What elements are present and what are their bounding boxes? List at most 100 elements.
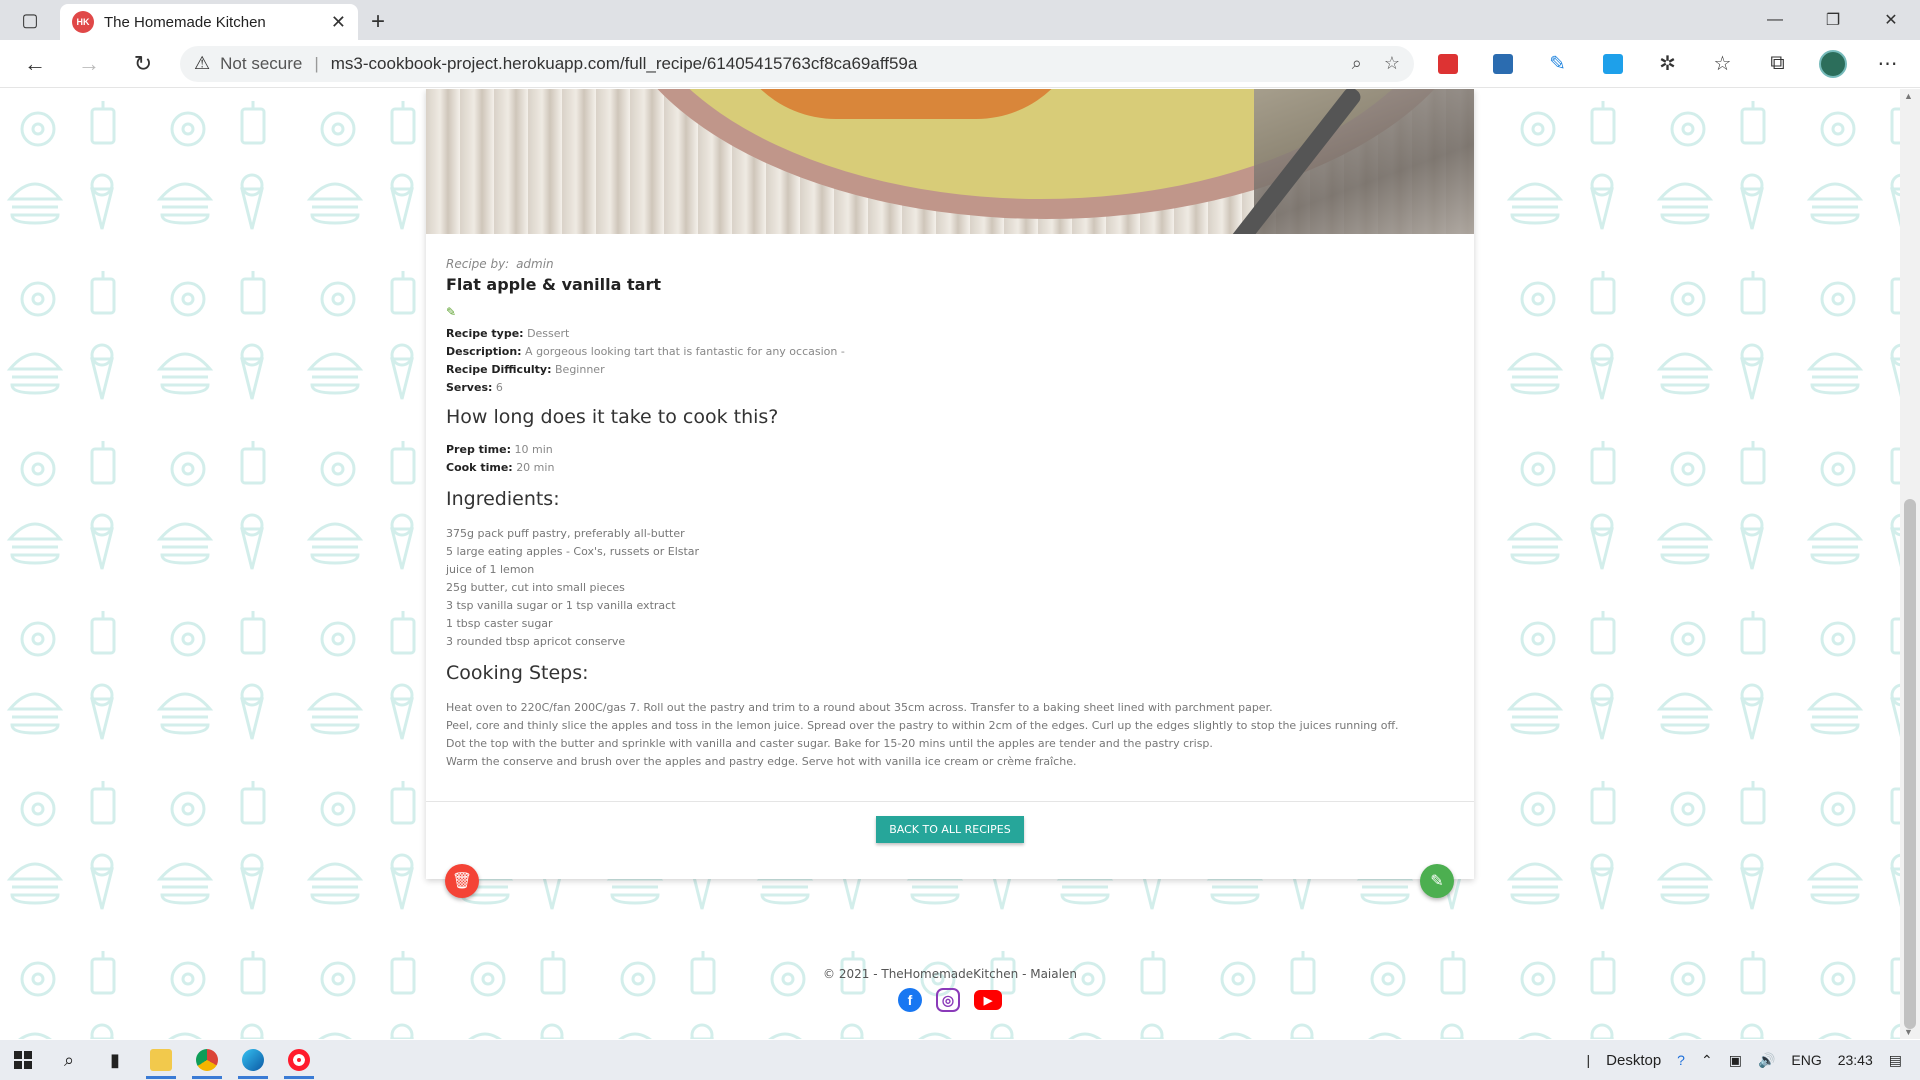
tab-close-icon[interactable]: ✕ (331, 12, 346, 33)
list-item: 1 tbsp caster sugar (446, 617, 553, 630)
scroll-down-icon[interactable]: ▼ (1904, 1027, 1913, 1037)
browser-toolbar: ← → ↻ ⚠ Not secure | ms3-cookbook-projec… (0, 40, 1920, 88)
extension-blue-icon[interactable] (1475, 40, 1530, 88)
list-item: Heat oven to 220C/fan 200C/gas 7. Roll o… (446, 701, 1273, 714)
scrollbar-thumb[interactable] (1904, 499, 1916, 1029)
prep-time: 10 min (514, 443, 553, 456)
desktop-toolbar-label[interactable]: Desktop (1606, 1052, 1661, 1069)
recipe-image (426, 89, 1474, 234)
list-item: Peel, core and thinly slice the apples a… (446, 719, 1399, 732)
list-item: 5 large eating apples - Cox's, russets o… (446, 545, 700, 558)
type-label: Recipe type: (446, 327, 524, 340)
facebook-icon[interactable]: f (898, 988, 922, 1012)
description-label: Description: (446, 345, 522, 358)
web-page: Recipe by: admin Flat apple & vanilla ta… (0, 89, 1900, 1039)
forward-arrow-icon[interactable]: → (62, 40, 116, 88)
network-icon[interactable]: ▣ (1729, 1052, 1742, 1069)
notifications-icon[interactable]: ▤ (1889, 1052, 1902, 1069)
ingredients-heading: Ingredients: (446, 488, 560, 510)
minimize-icon[interactable]: — (1746, 0, 1804, 40)
extension-pen-icon[interactable]: ✎ (1530, 40, 1585, 88)
list-item: 25g butter, cut into small pieces (446, 581, 625, 594)
chrome-icon[interactable] (184, 1040, 230, 1080)
clock[interactable]: 23:43 (1838, 1052, 1873, 1068)
file-explorer-icon[interactable] (138, 1040, 184, 1080)
maximize-icon[interactable]: ❐ (1804, 0, 1862, 40)
recipe-meta: Recipe type: Dessert Description: A gorg… (446, 325, 845, 397)
add-favorite-icon[interactable]: ☆ (1384, 53, 1400, 74)
extension-windows-icon[interactable] (1585, 40, 1640, 88)
system-tray: | Desktop ? ⌃ ▣ 🔊 ENG 23:43 ▤ (1586, 1051, 1903, 1069)
security-label: Not secure (220, 53, 303, 73)
cook-time: 20 min (516, 461, 555, 474)
edge-icon[interactable] (230, 1040, 276, 1080)
ingredients-list: 375g pack puff pastry, preferably all-bu… (446, 525, 699, 651)
scroll-up-icon[interactable]: ▲ (1904, 91, 1913, 101)
difficulty-leaf-icon: ✎ (446, 305, 457, 319)
language-indicator[interactable]: ENG (1791, 1052, 1821, 1068)
delete-recipe-button[interactable]: 🗑 (445, 864, 479, 898)
list-item: 3 tsp vanilla sugar or 1 tsp vanilla ext… (446, 599, 676, 612)
cook-label: Cook time: (446, 461, 513, 474)
steps-list: Heat oven to 220C/fan 200C/gas 7. Roll o… (446, 699, 1456, 771)
card-divider (426, 801, 1474, 802)
list-item: juice of 1 lemon (446, 563, 535, 576)
recipe-description: A gorgeous looking tart that is fantasti… (525, 345, 845, 358)
opera-icon[interactable] (276, 1040, 322, 1080)
list-item: 375g pack puff pastry, preferably all-bu… (446, 527, 685, 540)
search-icon[interactable]: ⌕ (46, 1040, 92, 1080)
time-heading: How long does it take to cook this? (446, 406, 779, 428)
page-scrollbar[interactable]: ▲ ▼ (1900, 89, 1920, 1039)
more-options-icon[interactable]: ⋯ (1860, 40, 1915, 88)
list-item: Warm the conserve and brush over the app… (446, 755, 1077, 768)
recipe-serves: 6 (495, 381, 503, 394)
refresh-icon[interactable]: ↻ (116, 40, 170, 88)
serves-label: Serves: (446, 381, 493, 394)
recipe-card: Recipe by: admin Flat apple & vanilla ta… (426, 89, 1474, 879)
list-item: 3 rounded tbsp apricot conserve (446, 635, 626, 648)
warning-icon: ⚠ (194, 53, 211, 73)
favorites-icon[interactable]: ☆ (1695, 40, 1750, 88)
chevron-up-icon[interactable]: ⌃ (1701, 1052, 1713, 1069)
prep-label: Prep time: (446, 443, 512, 456)
browser-tab-bar: ▢ HK The Homemade Kitchen ✕ + — ❐ ✕ (0, 0, 1920, 40)
task-view-icon[interactable]: ▮ (92, 1040, 138, 1080)
youtube-icon[interactable]: ▶ (974, 990, 1002, 1010)
zoom-icon[interactable]: ⌕ (1352, 53, 1362, 74)
window-controls: — ❐ ✕ (1746, 0, 1920, 40)
tab-actions-icon[interactable]: ▢ (0, 0, 60, 40)
url-text[interactable]: ms3-cookbook-project.herokuapp.com/full_… (331, 54, 1330, 74)
edit-recipe-button[interactable]: ✎ (1420, 864, 1454, 898)
recipe-difficulty: Beginner (555, 363, 605, 376)
recipe-times: Prep time: 10 min Cook time: 20 min (446, 441, 554, 477)
back-arrow-icon[interactable]: ← (8, 40, 62, 88)
extensions-puzzle-icon[interactable]: ✲ (1640, 40, 1695, 88)
extensions-area: ✎ ✲ ☆ ⧉ ⋯ (1420, 40, 1915, 88)
difficulty-label: Recipe Difficulty: (446, 363, 552, 376)
byline-label: Recipe by: (446, 257, 510, 271)
recipe-author: admin (516, 257, 554, 271)
new-tab-button[interactable]: + (358, 4, 398, 40)
list-item: Dot the top with the butter and sprinkle… (446, 737, 1213, 750)
extension-coupon-icon[interactable] (1420, 40, 1475, 88)
footer-copyright: © 2021 - TheHomemadeKitchen - Maialen (823, 967, 1077, 981)
trash-icon: 🗑 (451, 873, 473, 890)
instagram-icon[interactable]: ◎ (936, 988, 960, 1012)
tab-title: The Homemade Kitchen (104, 13, 266, 31)
profile-avatar[interactable] (1805, 40, 1860, 88)
collections-icon[interactable]: ⧉ (1750, 40, 1805, 88)
pencil-icon: ✎ (1430, 873, 1444, 890)
browser-tab[interactable]: HK The Homemade Kitchen ✕ (60, 4, 358, 40)
recipe-title: Flat apple & vanilla tart (446, 275, 661, 294)
recipe-type: Dessert (527, 327, 570, 340)
social-links: f ◎ ▶ (898, 988, 1002, 1012)
start-windows-icon[interactable] (0, 1040, 46, 1080)
steps-heading: Cooking Steps: (446, 662, 589, 684)
address-bar[interactable]: ⚠ Not secure | ms3-cookbook-project.hero… (180, 45, 1414, 82)
help-icon[interactable]: ? (1677, 1052, 1685, 1068)
recipe-byline: Recipe by: admin (446, 257, 554, 271)
back-to-recipes-button[interactable]: BACK TO ALL RECIPES (876, 816, 1024, 843)
volume-icon[interactable]: 🔊 (1758, 1052, 1775, 1069)
site-favicon-icon: HK (72, 11, 94, 33)
close-window-icon[interactable]: ✕ (1862, 0, 1920, 40)
